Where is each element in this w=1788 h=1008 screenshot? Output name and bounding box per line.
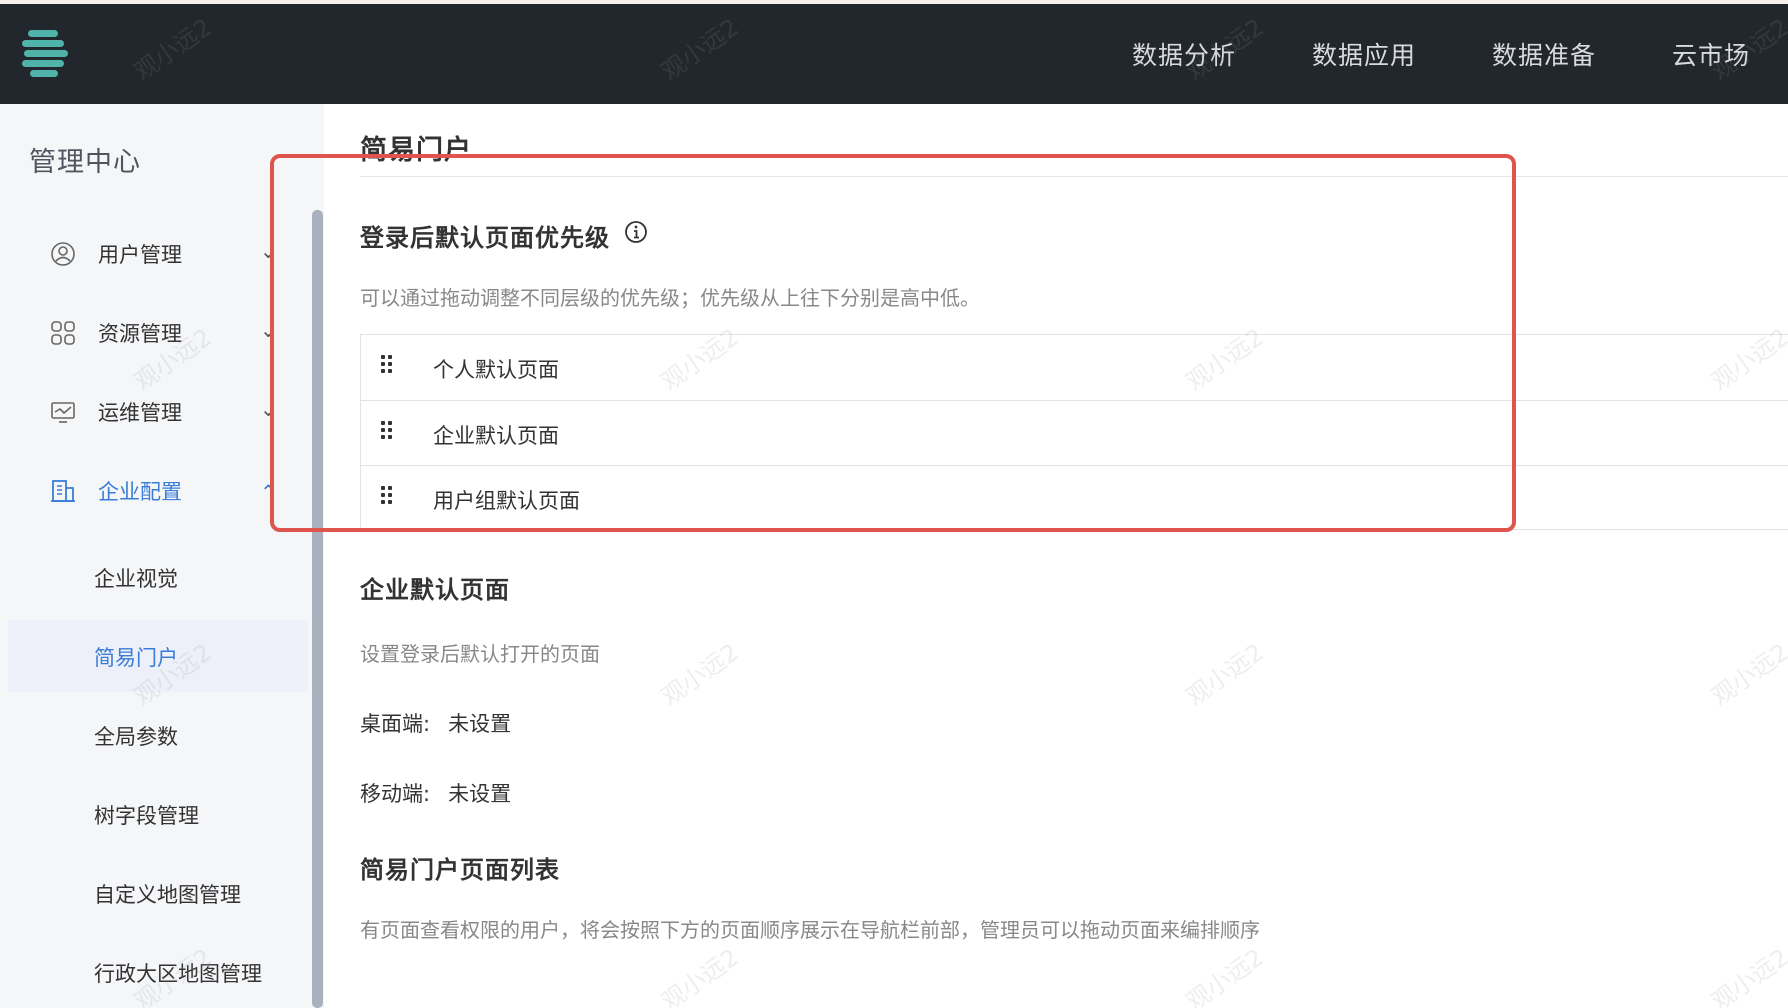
sidebar-subitem-label: 自定义地图管理 <box>94 883 241 907</box>
mobile-label: 移动端: <box>360 782 431 806</box>
nav-cloud-market[interactable]: 云市场 <box>1672 4 1750 108</box>
building-icon <box>51 480 75 502</box>
page-list-description: 有页面查看权限的用户，将会按照下方的页面顺序展示在导航栏前部，管理员可以拖动页面… <box>360 918 1260 942</box>
sidebar-subitem-label: 全局参数 <box>94 725 178 749</box>
sidebar-subitem-region-map-management[interactable]: 行政大区地图管理 <box>8 936 308 1008</box>
sidebar-subitem-tree-field-management[interactable]: 树字段管理 <box>8 778 308 850</box>
sidebar-subitem-enterprise-visual[interactable]: 企业视觉 <box>8 541 308 613</box>
sidebar-subitem-simple-portal[interactable]: 简易门户 <box>8 620 308 692</box>
sidebar-item-ops-management[interactable]: 运维管理 ⌄ <box>8 377 308 447</box>
nav-data-analysis[interactable]: 数据分析 <box>1132 4 1236 108</box>
sidebar-subitem-global-params[interactable]: 全局参数 <box>8 699 308 771</box>
sidebar-subitem-label: 树字段管理 <box>94 804 199 828</box>
desktop-label: 桌面端: <box>360 712 431 736</box>
page-list-title: 简易门户页面列表 <box>360 856 560 884</box>
logo-icon[interactable] <box>22 30 68 80</box>
top-navigation-bar: 数据分析 数据应用 数据准备 云市场 <box>0 0 1788 104</box>
desktop-default-row: 桌面端: 未设置 <box>360 708 511 738</box>
sidebar-item-user-management[interactable]: 用户管理 ⌄ <box>8 219 308 289</box>
mobile-default-row: 移动端: 未设置 <box>360 778 511 808</box>
sidebar-item-resource-management[interactable]: 资源管理 ⌄ <box>8 298 308 368</box>
sidebar-subitem-label: 企业视觉 <box>94 567 178 591</box>
sidebar-item-label: 企业配置 <box>98 480 182 504</box>
sidebar-item-label: 资源管理 <box>98 322 182 346</box>
monitor-icon <box>51 402 75 423</box>
highlight-box <box>270 154 1516 532</box>
sidebar-item-label: 运维管理 <box>98 401 182 425</box>
sidebar-subitem-label: 行政大区地图管理 <box>94 962 262 986</box>
grid-icon <box>51 321 75 345</box>
user-circle-icon <box>51 242 75 266</box>
nav-data-preparation[interactable]: 数据准备 <box>1492 4 1596 108</box>
mobile-value[interactable]: 未设置 <box>448 782 511 806</box>
nav-data-application[interactable]: 数据应用 <box>1312 4 1416 108</box>
sidebar-subitem-custom-map-management[interactable]: 自定义地图管理 <box>8 857 308 929</box>
sidebar-item-label: 用户管理 <box>98 243 182 267</box>
sidebar-item-enterprise-config[interactable]: 企业配置 ⌃ <box>8 456 308 526</box>
desktop-value[interactable]: 未设置 <box>448 712 511 736</box>
sidebar-subitem-label: 简易门户 <box>94 646 178 670</box>
sidebar-title: 管理中心 <box>29 147 141 178</box>
enterprise-default-description: 设置登录后默认打开的页面 <box>360 642 600 666</box>
enterprise-default-title: 企业默认页面 <box>360 576 510 604</box>
